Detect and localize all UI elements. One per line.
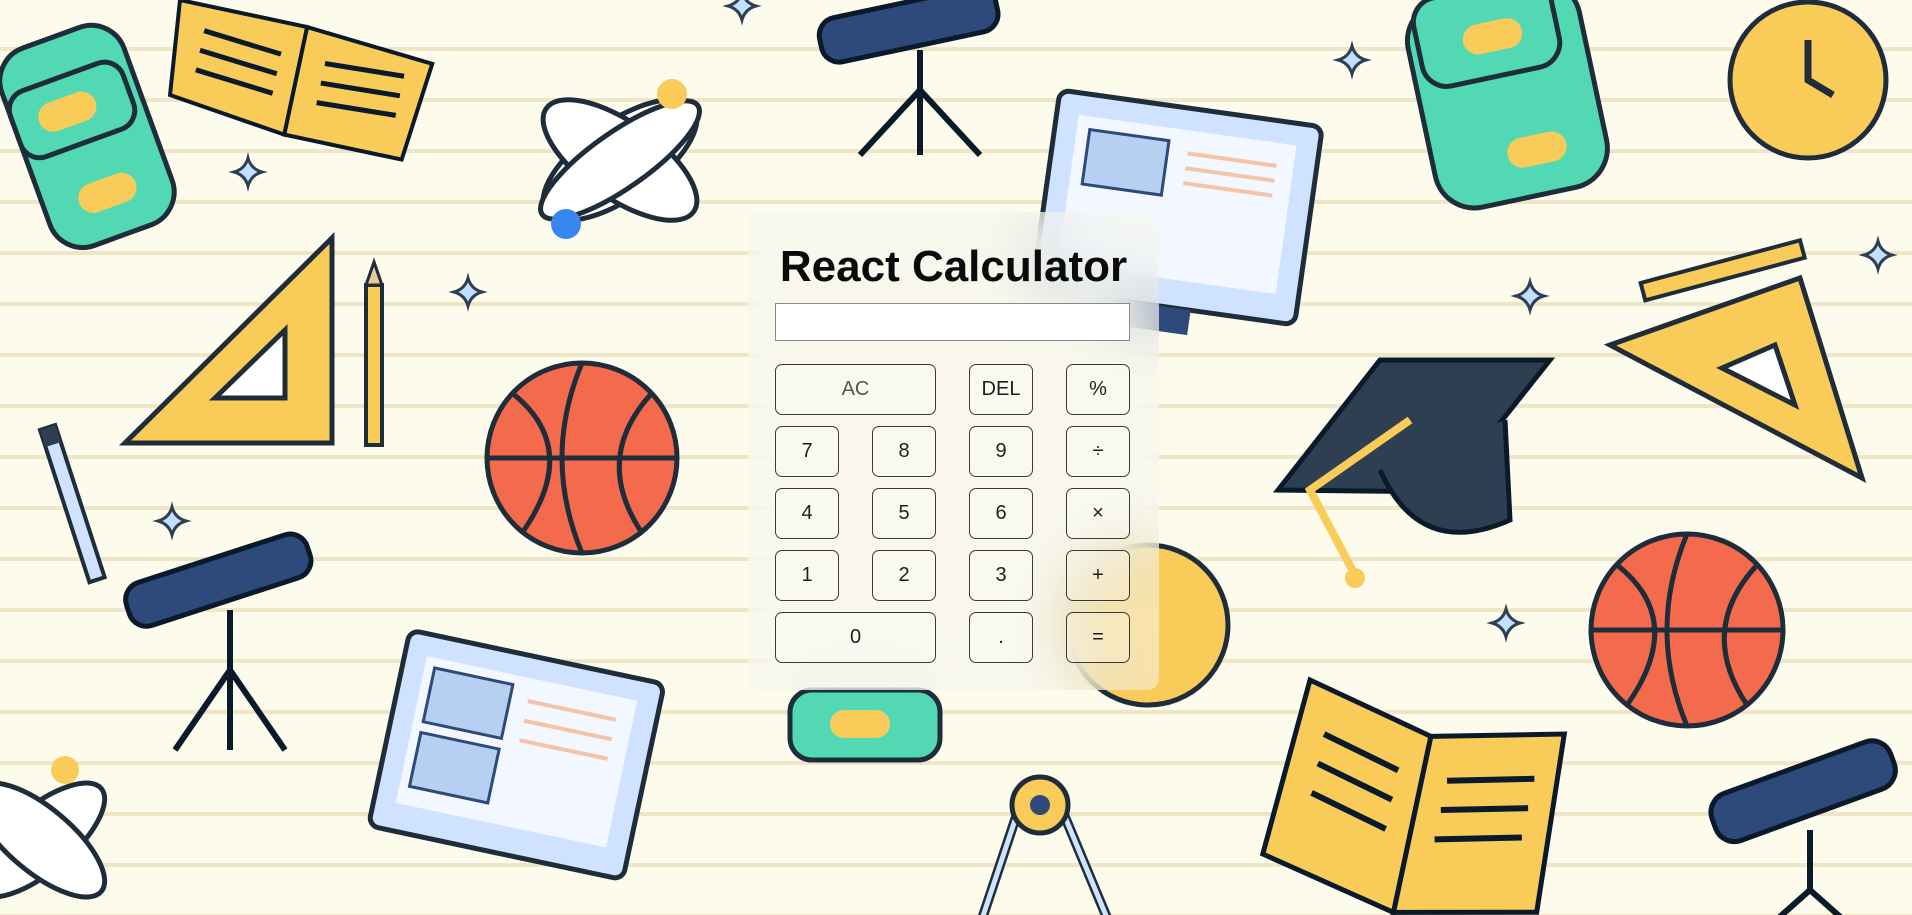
digit-1-button[interactable]: 1: [775, 550, 839, 601]
delete-button[interactable]: DEL: [969, 364, 1033, 415]
percent-button[interactable]: %: [1066, 364, 1130, 415]
plus-button[interactable]: +: [1066, 550, 1130, 601]
set-square-icon: [1603, 237, 1867, 484]
basketball-icon: [1588, 531, 1786, 729]
basketball-icon: [484, 360, 680, 556]
divide-button[interactable]: ÷: [1066, 426, 1130, 477]
decimal-point-button[interactable]: .: [969, 612, 1033, 663]
digit-4-button[interactable]: 4: [775, 488, 839, 539]
graduation-cap-icon: [1272, 357, 1556, 588]
monitor-icon: [367, 629, 665, 881]
telescope-icon: [816, 0, 1001, 158]
digit-8-button[interactable]: 8: [872, 426, 936, 477]
backpack-icon: [0, 22, 177, 250]
telescope-icon: [123, 531, 314, 752]
backpack-icon: [1404, 0, 1610, 211]
atom-icon: [538, 79, 702, 239]
calculator-panel: React Calculator AC DEL % 7 8 9 ÷ 4 5 6 …: [748, 212, 1159, 690]
digit-0-button[interactable]: 0: [775, 612, 936, 663]
atom-icon: [0, 756, 108, 900]
pencil-icon: [37, 422, 108, 585]
equals-button[interactable]: =: [1066, 612, 1130, 663]
all-clear-button[interactable]: AC: [775, 364, 936, 415]
digit-3-button[interactable]: 3: [969, 550, 1033, 601]
multiply-button[interactable]: ×: [1066, 488, 1130, 539]
calculator-title: React Calculator: [779, 242, 1128, 291]
digit-9-button[interactable]: 9: [969, 426, 1033, 477]
alarm-clock-icon: [1727, 0, 1889, 161]
compass-icon: [978, 774, 1112, 915]
set-square-icon: [118, 232, 335, 446]
calculator-display[interactable]: [775, 303, 1130, 341]
open-book-icon: [167, 0, 435, 162]
digit-7-button[interactable]: 7: [775, 426, 839, 477]
digit-5-button[interactable]: 5: [872, 488, 936, 539]
pencil-icon: [363, 257, 385, 447]
digit-2-button[interactable]: 2: [872, 550, 936, 601]
telescope-icon: [1708, 738, 1898, 915]
open-book-icon: [1259, 676, 1568, 915]
digit-6-button[interactable]: 6: [969, 488, 1033, 539]
